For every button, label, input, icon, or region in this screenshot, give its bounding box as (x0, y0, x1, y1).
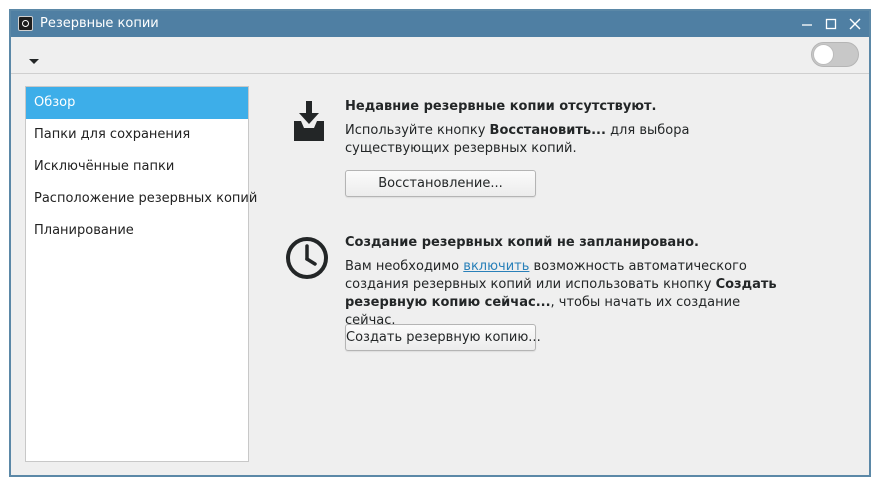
window-title: Резервные копии (40, 16, 159, 31)
backup-toggle-switch[interactable] (811, 42, 859, 67)
schedule-text-before: Вам необходимо (345, 259, 464, 274)
sidebar-item-backup-location[interactable]: Расположение резервных копий (26, 183, 257, 215)
create-backup-button[interactable]: Создать резервную копию... (345, 324, 541, 351)
minimize-icon[interactable] (798, 14, 816, 34)
clock-icon (284, 235, 330, 285)
restore-text-before: Используйте кнопку (345, 123, 490, 138)
sidebar-item-scheduling[interactable]: Планирование (26, 215, 248, 247)
toolbar (11, 37, 869, 74)
restore-button[interactable]: Восстановление... (345, 170, 536, 197)
schedule-heading: Создание резервных копий не запланирован… (345, 235, 699, 250)
download-tray-icon (291, 99, 327, 149)
schedule-description: Вам необходимо включить возможность авто… (345, 258, 785, 330)
sidebar: Обзор Папки для сохранения Исключённые п… (25, 86, 257, 462)
restore-text-bold: Восстановить... (489, 123, 606, 138)
sidebar-item-folders-to-backup[interactable]: Папки для сохранения (26, 119, 248, 151)
sidebar-item-overview[interactable]: Обзор (26, 87, 248, 119)
enable-link[interactable]: включить (463, 259, 529, 274)
close-icon[interactable] (846, 14, 864, 34)
app-icon (18, 16, 33, 31)
maximize-icon[interactable] (822, 14, 840, 34)
app-window: Резервные копии Обзор Папки для сохранен… (9, 9, 871, 477)
dropdown-arrow-icon[interactable] (26, 52, 42, 64)
title-bar[interactable]: Резервные копии (11, 11, 869, 37)
restore-heading: Недавние резервные копии отсутствуют. (345, 99, 657, 114)
toggle-knob (813, 44, 834, 65)
restore-description: Используйте кнопку Восстановить... для в… (345, 122, 785, 158)
sidebar-item-excluded-folders[interactable]: Исключённые папки (26, 151, 248, 183)
